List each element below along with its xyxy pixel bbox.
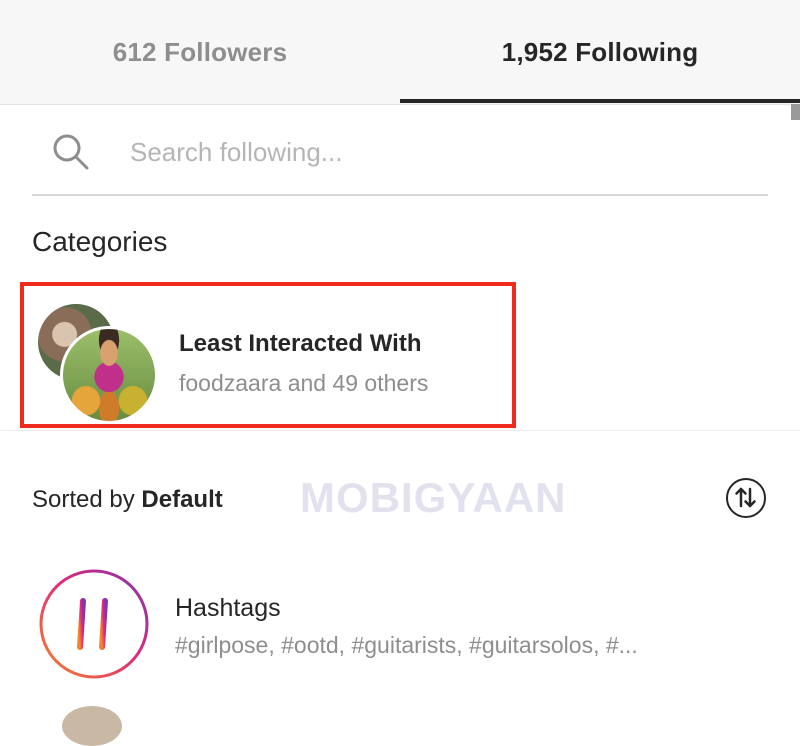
section-divider (0, 430, 800, 431)
scrollbar[interactable] (791, 104, 800, 120)
search-input[interactable] (130, 130, 750, 174)
watermark: MOBIGYAAN (300, 474, 567, 521)
search-icon (53, 134, 89, 170)
tab-following[interactable]: 1,952 Following (400, 0, 800, 104)
search-divider (32, 194, 768, 196)
follow-tabs-bar: 612 Followers 1,952 Following (0, 0, 800, 105)
sort-button[interactable] (726, 478, 766, 518)
avatar (60, 326, 158, 424)
categories-heading: Categories (32, 226, 168, 257)
sort-label: Sorted by Default (32, 486, 223, 514)
sort-value: Default (141, 486, 223, 513)
active-tab-indicator (400, 99, 800, 103)
sort-prefix: Sorted by (32, 486, 142, 513)
avatar (62, 706, 122, 746)
sort-arrows-icon (735, 487, 756, 508)
list-item-title: Hashtags (175, 594, 281, 622)
tab-followers[interactable]: 612 Followers (0, 0, 400, 104)
hashtag-icon (39, 569, 149, 679)
category-least-interacted[interactable]: Least Interacted With foodzaara and 49 o… (20, 282, 516, 428)
hashtag-avatar (38, 568, 150, 680)
category-title: Least Interacted With (179, 330, 422, 357)
list-item-subtitle: #girlpose, #ootd, #guitarists, #guitarso… (175, 632, 638, 658)
category-subtitle: foodzaara and 49 others (179, 370, 429, 396)
